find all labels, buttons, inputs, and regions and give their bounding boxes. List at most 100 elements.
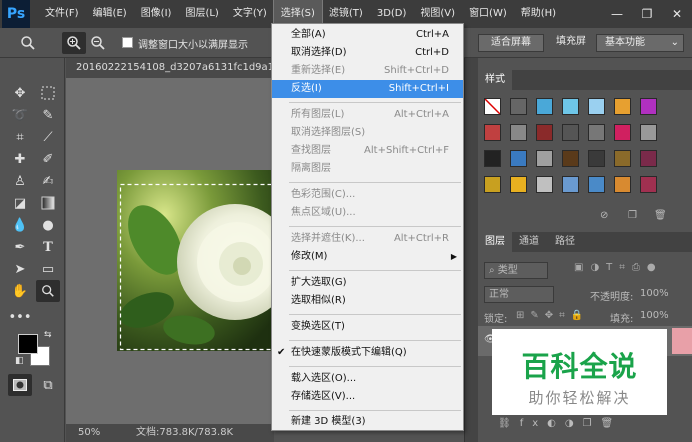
style-swatch[interactable] bbox=[536, 176, 553, 193]
style-swatch[interactable] bbox=[510, 150, 527, 167]
menu-item-similar[interactable]: 选取相似(R) bbox=[272, 292, 463, 310]
dodge-tool-icon[interactable]: ● bbox=[36, 214, 60, 236]
style-swatch[interactable] bbox=[536, 150, 553, 167]
style-swatch[interactable] bbox=[510, 98, 527, 115]
zoom-out-icon[interactable] bbox=[86, 32, 110, 54]
menu-item-deselect-layers[interactable]: 取消选择图层(S) bbox=[272, 124, 463, 142]
screen-mode-icon[interactable]: ⧉ bbox=[36, 374, 60, 396]
new-style-icon[interactable]: ❐ bbox=[628, 210, 637, 221]
quick-mask-icon[interactable] bbox=[8, 374, 32, 396]
opacity-value[interactable]: 100% bbox=[640, 288, 669, 299]
tab-styles[interactable]: 样式 bbox=[478, 70, 512, 90]
menu-item-focus-area[interactable]: 焦点区域(U)... bbox=[272, 204, 463, 222]
menu-item-new-3d-model[interactable]: 新建 3D 模型(3) bbox=[272, 413, 463, 431]
default-colors-icon[interactable]: ◧ bbox=[15, 356, 24, 366]
style-swatch[interactable] bbox=[562, 150, 579, 167]
style-swatch[interactable] bbox=[588, 98, 605, 115]
resize-windows-checkbox[interactable] bbox=[122, 37, 133, 48]
menu-image[interactable]: 图像(I) bbox=[134, 0, 179, 28]
eraser-tool-icon[interactable]: ◪ bbox=[8, 192, 32, 214]
crop-tool-icon[interactable]: ⌗ bbox=[8, 126, 32, 148]
tab-channels[interactable]: 通道 bbox=[512, 232, 546, 252]
clear-style-icon[interactable]: ⊘ bbox=[600, 210, 608, 221]
style-swatch[interactable] bbox=[484, 98, 501, 115]
restore-button[interactable]: ❐ bbox=[632, 0, 662, 28]
zoom-in-icon[interactable] bbox=[62, 32, 86, 54]
close-button[interactable]: ✕ bbox=[662, 0, 692, 28]
style-swatch[interactable] bbox=[640, 98, 657, 115]
zoom-tool-preset-icon[interactable] bbox=[16, 32, 40, 54]
brush-tool-icon[interactable]: ✐ bbox=[36, 148, 60, 170]
menu-item-all[interactable]: 全部(A) Ctrl+A bbox=[272, 26, 463, 44]
history-brush-icon[interactable]: ✍ bbox=[36, 170, 60, 192]
move-tool-icon[interactable]: ✥ bbox=[8, 82, 32, 104]
menu-item-grow[interactable]: 扩大选取(G) bbox=[272, 274, 463, 292]
pen-tool-icon[interactable]: ✒ bbox=[8, 236, 32, 258]
menu-file[interactable]: 文件(F) bbox=[38, 0, 86, 28]
menu-item-load-selection[interactable]: 载入选区(O)... bbox=[272, 370, 463, 388]
style-swatch[interactable] bbox=[640, 124, 657, 141]
hand-tool-icon[interactable]: ✋ bbox=[8, 280, 32, 302]
type-tool-icon[interactable]: T bbox=[36, 236, 60, 258]
minimize-button[interactable]: — bbox=[602, 0, 632, 28]
blur-tool-icon[interactable]: 💧 bbox=[8, 214, 32, 236]
fill-screen-button[interactable]: 填充屏 bbox=[552, 34, 596, 52]
menu-edit[interactable]: 编辑(E) bbox=[86, 0, 134, 28]
style-swatch[interactable] bbox=[536, 98, 553, 115]
menu-item-modify[interactable]: 修改(M) ▶ bbox=[272, 248, 463, 266]
rectangle-tool-icon[interactable]: ▭ bbox=[36, 258, 60, 280]
style-swatch[interactable] bbox=[588, 150, 605, 167]
fit-screen-button[interactable]: 适合屏幕 bbox=[478, 34, 544, 52]
style-swatch[interactable] bbox=[588, 124, 605, 141]
eyedropper-icon[interactable]: ⟋ bbox=[36, 126, 60, 148]
marquee-tool-icon[interactable] bbox=[36, 82, 60, 104]
layer-filter-select[interactable]: ⌕ 类型 bbox=[484, 262, 548, 279]
menu-layer[interactable]: 图层(L) bbox=[178, 0, 225, 28]
lasso-tool-icon[interactable]: ➰ bbox=[8, 104, 32, 126]
quick-selection-icon[interactable]: ✎ bbox=[36, 104, 60, 126]
flower-image[interactable] bbox=[117, 170, 274, 351]
menu-item-find-layers[interactable]: 查找图层 Alt+Shift+Ctrl+F bbox=[272, 142, 463, 160]
tab-paths[interactable]: 路径 bbox=[548, 232, 582, 252]
fill-value[interactable]: 100% bbox=[640, 310, 669, 321]
swap-colors-icon[interactable]: ⇆ bbox=[44, 330, 52, 340]
style-swatch[interactable] bbox=[614, 150, 631, 167]
delete-style-icon[interactable]: 🗑 bbox=[654, 210, 667, 221]
menu-item-all-layers[interactable]: 所有图层(L) Alt+Ctrl+A bbox=[272, 106, 463, 124]
menu-item-reselect[interactable]: 重新选择(E) Shift+Ctrl+D bbox=[272, 62, 463, 80]
menu-item-deselect[interactable]: 取消选择(D) Ctrl+D bbox=[272, 44, 463, 62]
document-tab[interactable]: 20160222154108_d3207a6131fc1d9a1ac bbox=[66, 58, 274, 78]
menu-item-select-and-mask[interactable]: 选择并遮住(K)... Alt+Ctrl+R bbox=[272, 230, 463, 248]
menu-item-transform-selection[interactable]: 变换选区(T) bbox=[272, 318, 463, 336]
menu-item-save-selection[interactable]: 存储选区(V)... bbox=[272, 388, 463, 406]
style-swatch[interactable] bbox=[588, 176, 605, 193]
style-swatch[interactable] bbox=[536, 124, 553, 141]
style-swatch[interactable] bbox=[640, 150, 657, 167]
style-swatch[interactable] bbox=[484, 176, 501, 193]
style-swatch[interactable] bbox=[510, 124, 527, 141]
healing-brush-icon[interactable]: ✚ bbox=[8, 148, 32, 170]
menu-item-quick-mask[interactable]: ✔ 在快速蒙版模式下编辑(Q) bbox=[272, 344, 463, 362]
zoom-level[interactable]: 50% bbox=[78, 424, 100, 442]
style-swatch[interactable] bbox=[614, 176, 631, 193]
gradient-tool-icon[interactable] bbox=[36, 192, 60, 214]
style-swatch[interactable] bbox=[484, 124, 501, 141]
style-swatch[interactable] bbox=[562, 176, 579, 193]
style-swatch[interactable] bbox=[562, 98, 579, 115]
menu-item-color-range[interactable]: 色彩范围(C)... bbox=[272, 186, 463, 204]
style-swatch[interactable] bbox=[562, 124, 579, 141]
zoom-tool-icon[interactable] bbox=[36, 280, 60, 302]
blend-mode-select[interactable]: 正常 bbox=[484, 286, 554, 303]
style-swatch[interactable] bbox=[614, 98, 631, 115]
clone-stamp-icon[interactable]: ♙ bbox=[8, 170, 32, 192]
style-swatch[interactable] bbox=[484, 150, 501, 167]
style-swatch[interactable] bbox=[614, 124, 631, 141]
style-swatch[interactable] bbox=[510, 176, 527, 193]
menu-type[interactable]: 文字(Y) bbox=[226, 0, 274, 28]
style-swatch[interactable] bbox=[640, 176, 657, 193]
more-tools-icon[interactable]: ••• bbox=[8, 306, 32, 328]
path-selection-icon[interactable]: ➤ bbox=[8, 258, 32, 280]
menu-help[interactable]: 帮助(H) bbox=[514, 0, 563, 28]
workspace-select[interactable]: 基本功能 ⌄ bbox=[596, 34, 684, 52]
menu-item-inverse[interactable]: 反选(I) Shift+Ctrl+I bbox=[272, 80, 463, 98]
